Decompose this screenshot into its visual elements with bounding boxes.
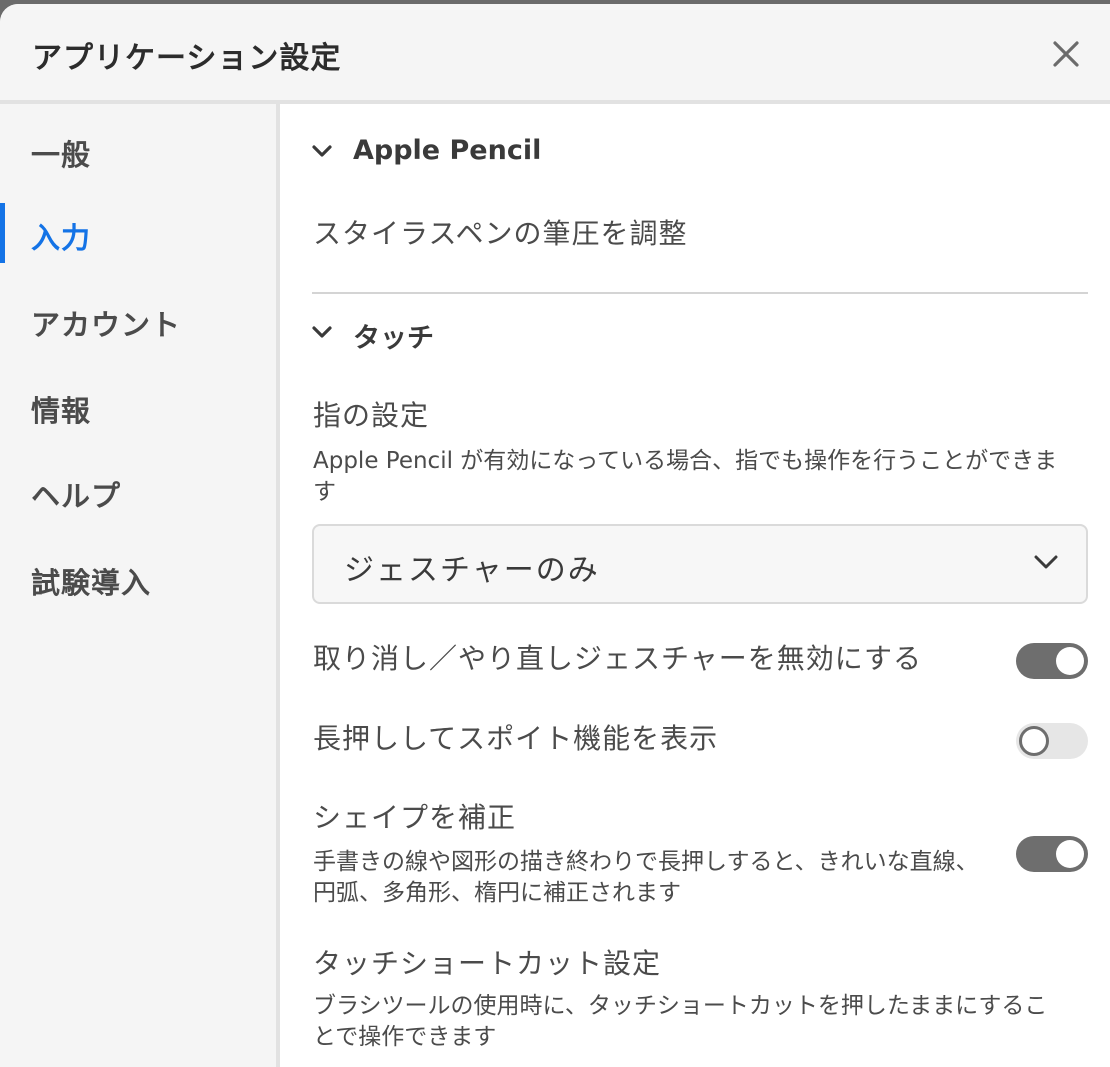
undo-redo-gesture-toggle[interactable] — [1016, 643, 1088, 679]
close-icon — [1053, 41, 1079, 67]
eyedropper-label: 長押ししてスポイト機能を表示 — [313, 722, 719, 755]
settings-sidebar: 一般 入力 アカウント 情報 ヘルプ 試験導入 — [0, 104, 276, 1067]
select-value: ジェスチャーのみ — [344, 553, 600, 588]
chevron-down-icon — [1034, 555, 1058, 569]
touch-shortcut-description: ブラシツールの使用時に、タッチショートカットを押したままにすることで操作できます — [313, 993, 1048, 1050]
sidebar-item-label: 情報 — [31, 394, 92, 428]
dialog-header: アプリケーション設定 — [0, 4, 1110, 104]
shape-correction-label: シェイプを補正 — [313, 801, 517, 834]
sidebar-item-general[interactable]: 一般 — [0, 120, 276, 180]
close-button[interactable] — [1046, 34, 1086, 74]
chevron-down-icon — [312, 326, 332, 338]
toggle-knob — [1056, 647, 1084, 675]
sidebar-item-label: ヘルプ — [31, 479, 122, 513]
section-divider — [312, 292, 1088, 294]
active-indicator — [0, 203, 5, 263]
section-title: タッチ — [353, 323, 434, 354]
shape-correction-toggle[interactable] — [1016, 836, 1088, 872]
chevron-down-icon — [312, 145, 332, 157]
sidebar-item-help[interactable]: ヘルプ — [0, 461, 276, 521]
finger-mode-select[interactable]: ジェスチャーのみ — [312, 524, 1088, 604]
pressure-adjust-link[interactable]: スタイラスペンの筆圧を調整 — [313, 212, 687, 252]
sidebar-item-experimental[interactable]: 試験導入 — [0, 548, 276, 608]
section-title: Apple Pencil — [353, 135, 542, 166]
sidebar-item-label: 一般 — [31, 138, 92, 172]
sidebar-item-label: アカウント — [31, 308, 182, 342]
shape-correction-description: 手書きの線や図形の描き終わりで長押しすると、きれいな直線、円弧、多角形、楕円に補… — [313, 849, 979, 906]
sidebar-item-label: 入力 — [31, 221, 92, 255]
sidebar-item-label: 試験導入 — [31, 566, 152, 600]
sidebar-item-input[interactable]: 入力 — [0, 203, 276, 263]
eyedropper-toggle[interactable] — [1016, 723, 1088, 759]
section-apple-pencil-header[interactable]: Apple Pencil — [312, 135, 612, 175]
finger-setting-label: 指の設定 — [313, 399, 430, 432]
section-touch-header[interactable]: タッチ — [312, 316, 512, 356]
touch-shortcut-label[interactable]: タッチショートカット設定 — [313, 942, 661, 982]
toggle-knob — [1019, 726, 1049, 756]
finger-setting-description: Apple Pencil が有効になっている場合、指でも操作を行うことができます — [313, 448, 1058, 505]
dialog-title: アプリケーション設定 — [32, 41, 342, 76]
toggle-knob — [1056, 840, 1084, 868]
sidebar-item-account[interactable]: アカウント — [0, 290, 276, 350]
settings-content: Apple Pencil スタイラスペンの筆圧を調整 タッチ 指の設定 Appl… — [280, 104, 1110, 1067]
sidebar-item-info[interactable]: 情報 — [0, 376, 276, 436]
settings-dialog: アプリケーション設定 一般 入力 アカウント 情報 ヘルプ 試験導入 Apple… — [0, 4, 1110, 1067]
undo-redo-gesture-label: 取り消し／やり直しジェスチャーを無効にする — [313, 642, 923, 675]
